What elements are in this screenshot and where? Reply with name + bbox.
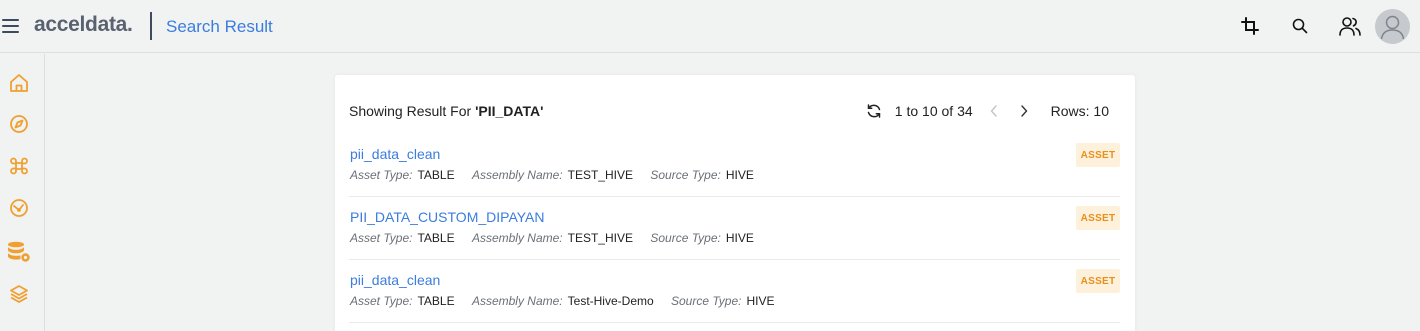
crop-icon[interactable] bbox=[1238, 14, 1262, 38]
source-type-label: Source Type: bbox=[650, 231, 721, 245]
asset-type-value: TABLE bbox=[417, 231, 455, 245]
search-query: 'PII_DATA' bbox=[475, 103, 544, 119]
result-meta: Asset Type: TABLE Assembly Name: TEST_HIVE… bbox=[350, 231, 768, 245]
source-type-label: Source Type: bbox=[650, 168, 721, 182]
command-icon[interactable] bbox=[7, 154, 31, 178]
home-icon[interactable] bbox=[7, 71, 31, 95]
dashboard-gauge-icon[interactable] bbox=[7, 196, 31, 220]
previous-page-icon[interactable] bbox=[987, 104, 1001, 118]
assembly-name-value: Test-Hive-Demo bbox=[567, 294, 654, 308]
asset-badge: ASSET bbox=[1076, 269, 1120, 293]
source-type-value: HIVE bbox=[725, 168, 754, 182]
results-heading-prefix: Showing Result For bbox=[349, 103, 476, 119]
user-avatar-icon[interactable] bbox=[1375, 9, 1410, 44]
app-logo[interactable]: acceldata. bbox=[34, 13, 133, 37]
asset-badge: ASSET bbox=[1076, 206, 1120, 230]
sidebar bbox=[0, 54, 45, 331]
source-type-value: HIVE bbox=[725, 231, 754, 245]
source-type-label: Source Type: bbox=[671, 294, 742, 308]
rows-per-page[interactable]: Rows: 10 bbox=[1051, 103, 1109, 119]
assembly-name-label: Assembly Name: bbox=[471, 168, 563, 182]
list-item: pii_data_clean Asset Type: TABLE Assembly… bbox=[349, 134, 1120, 197]
pagination: 1 to 10 of 34 Rows: 10 bbox=[865, 101, 1109, 121]
list-item: PII_DATA_CUSTOM_DIPAYAN Asset Type: TABLE… bbox=[349, 197, 1120, 260]
asset-type-value: TABLE bbox=[417, 168, 455, 182]
assembly-name-label: Assembly Name: bbox=[471, 294, 563, 308]
result-meta: Asset Type: TABLE Assembly Name: TEST_HIVE… bbox=[350, 168, 768, 182]
database-settings-icon[interactable] bbox=[7, 240, 31, 264]
asset-badge: ASSET bbox=[1076, 143, 1120, 167]
assembly-name-label: Assembly Name: bbox=[471, 231, 563, 245]
next-page-icon[interactable] bbox=[1017, 104, 1031, 118]
result-title-link[interactable]: PII_DATA_CUSTOM_DIPAYAN bbox=[350, 209, 545, 225]
result-meta: Asset Type: TABLE Assembly Name: Test-Hive… bbox=[350, 294, 789, 308]
asset-type-label: Asset Type: bbox=[350, 294, 413, 308]
refresh-icon[interactable] bbox=[865, 102, 883, 120]
results-heading: Showing Result For 'PII_DATA' bbox=[349, 103, 543, 119]
hamburger-menu-icon[interactable] bbox=[2, 19, 19, 33]
source-type-value: HIVE bbox=[746, 294, 775, 308]
search-results-card: Showing Result For 'PII_DATA' 1 to 10 of… bbox=[335, 75, 1135, 331]
users-icon[interactable] bbox=[1338, 14, 1362, 38]
logo-divider bbox=[150, 12, 152, 40]
assembly-name-value: TEST_HIVE bbox=[567, 168, 633, 182]
compass-icon[interactable] bbox=[7, 112, 31, 136]
layers-icon[interactable] bbox=[7, 282, 31, 306]
asset-type-label: Asset Type: bbox=[350, 168, 413, 182]
top-bar: acceldata. Search Result bbox=[0, 0, 1420, 53]
search-icon[interactable] bbox=[1288, 14, 1312, 38]
pagination-range: 1 to 10 of 34 bbox=[894, 103, 973, 119]
list-item: pii_data_clean Asset Type: TABLE Assembly… bbox=[349, 260, 1120, 323]
result-title-link[interactable]: pii_data_clean bbox=[350, 272, 440, 288]
asset-type-label: Asset Type: bbox=[350, 231, 413, 245]
result-title-link[interactable]: pii_data_clean bbox=[350, 146, 440, 162]
page-title: Search Result bbox=[166, 17, 273, 36]
asset-type-value: TABLE bbox=[417, 294, 455, 308]
assembly-name-value: TEST_HIVE bbox=[567, 231, 633, 245]
